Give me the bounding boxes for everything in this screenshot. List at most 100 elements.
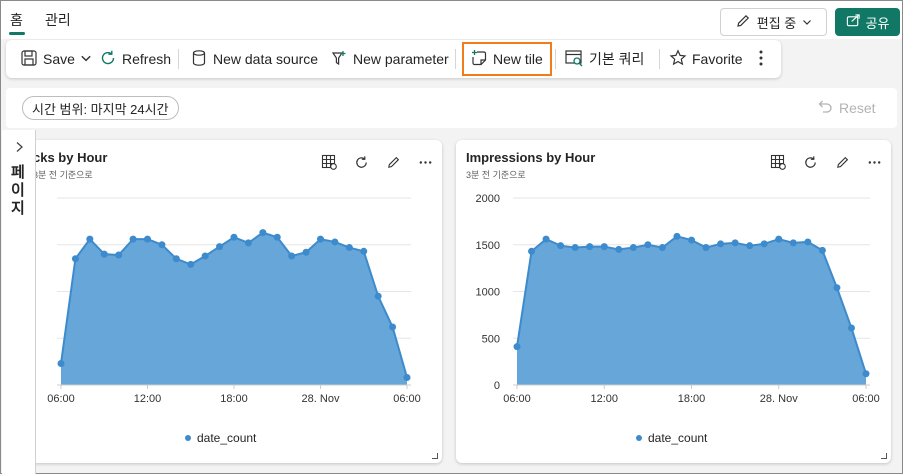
data-point[interactable] [201, 252, 209, 260]
editing-mode-button[interactable]: 편집 중 [720, 8, 827, 36]
data-point[interactable] [775, 235, 783, 243]
data-point[interactable] [862, 370, 870, 378]
more-horizontal-icon[interactable] [866, 154, 882, 170]
data-point[interactable] [615, 245, 623, 253]
share-button[interactable]: 공유 [835, 8, 900, 36]
table-view-icon[interactable] [321, 154, 337, 170]
more-vertical-icon [758, 49, 764, 70]
new-data-source-button[interactable]: New data source [190, 40, 318, 78]
x-tick-label: 12:00 [590, 393, 618, 405]
editing-mode-label: 편집 중 [756, 15, 797, 31]
resize-handle[interactable] [881, 453, 887, 459]
tile-clicks-by-hour[interactable]: 00000000006:0012:0018:0028. Nov06:00 cks… [21, 140, 442, 463]
data-point[interactable] [658, 244, 666, 252]
refresh-icon[interactable] [802, 154, 818, 170]
new-parameter-button[interactable]: New parameter [330, 40, 449, 78]
data-point[interactable] [259, 229, 267, 237]
save-label: Save [43, 51, 75, 67]
data-point[interactable] [187, 260, 195, 268]
favorite-label: Favorite [692, 51, 743, 67]
chevron-right-icon[interactable] [15, 140, 24, 157]
tile-subtitle: 3분 전 기준으로 [33, 170, 93, 180]
data-point[interactable] [586, 243, 594, 251]
more-options-button[interactable] [758, 40, 764, 78]
tab-manage[interactable]: 관리 [45, 10, 71, 30]
data-point[interactable] [374, 292, 382, 300]
data-point[interactable] [789, 239, 797, 247]
data-point[interactable] [273, 233, 281, 241]
x-tick-label: 12:00 [134, 393, 162, 405]
data-point[interactable] [513, 343, 521, 351]
chart-legend[interactable]: date_count [185, 431, 256, 445]
time-range-pill[interactable]: 시간 범위: 마지막 24시간 [22, 96, 179, 120]
pencil-icon[interactable] [834, 154, 850, 170]
data-point[interactable] [100, 250, 108, 258]
x-tick-label: 28. Nov [760, 393, 798, 405]
legend-dot [636, 435, 642, 441]
new-tile-button[interactable]: New tile [470, 40, 543, 78]
data-point[interactable] [688, 236, 695, 244]
x-tick-label: 06:00 [47, 393, 75, 405]
data-point[interactable] [129, 235, 137, 243]
data-point[interactable] [317, 235, 324, 243]
share-icon [846, 13, 861, 31]
more-horizontal-icon[interactable] [417, 154, 433, 170]
data-point[interactable] [230, 233, 238, 241]
data-point[interactable] [331, 238, 339, 246]
reset-button[interactable]: Reset [817, 98, 876, 117]
data-point[interactable] [345, 244, 353, 252]
data-point[interactable] [847, 324, 855, 332]
data-point[interactable] [403, 374, 411, 382]
legend-dot [185, 435, 191, 441]
data-point[interactable] [746, 242, 754, 250]
data-point[interactable] [71, 255, 79, 263]
x-tick-label: 06:00 [503, 393, 531, 405]
data-point[interactable] [57, 359, 65, 367]
data-point[interactable] [760, 240, 768, 248]
pencil-icon[interactable] [385, 154, 401, 170]
tile-subtitle: 3분 전 기준으로 [466, 170, 526, 180]
data-point[interactable] [115, 251, 123, 259]
data-point[interactable] [731, 239, 739, 247]
data-point[interactable] [172, 255, 180, 263]
data-point[interactable] [302, 248, 310, 256]
new-parameter-label: New parameter [353, 51, 449, 67]
table-view-icon[interactable] [770, 154, 786, 170]
toolbar-divider [455, 49, 456, 69]
data-point[interactable] [833, 284, 841, 292]
refresh-icon[interactable] [353, 154, 369, 170]
data-point[interactable] [600, 243, 608, 251]
data-point[interactable] [542, 235, 550, 243]
data-point[interactable] [144, 235, 151, 243]
tile-impressions-by-hour[interactable]: 0 500 1000 1500 2000 06:00 12:00 18:00 28. Nov 06… [456, 140, 891, 463]
data-point[interactable] [557, 242, 565, 250]
data-point[interactable] [804, 238, 812, 246]
new-tile-label: New tile [493, 51, 543, 67]
data-point[interactable] [644, 241, 652, 249]
data-point[interactable] [158, 241, 166, 249]
refresh-button[interactable]: Refresh [99, 40, 171, 78]
base-query-button[interactable]: 기본 쿼리 [564, 40, 644, 78]
data-point[interactable] [86, 235, 94, 243]
data-point[interactable] [360, 247, 368, 255]
data-point[interactable] [717, 240, 725, 248]
pages-panel[interactable]: 페이지 [2, 130, 36, 474]
data-point[interactable] [571, 244, 579, 252]
series-area[interactable] [517, 236, 866, 385]
data-point[interactable] [288, 252, 296, 260]
chevron-down-icon[interactable] [80, 51, 92, 67]
data-point[interactable] [528, 247, 536, 255]
data-point[interactable] [629, 244, 637, 252]
tab-home[interactable]: 홈 [10, 10, 23, 30]
data-point[interactable] [389, 323, 397, 331]
data-point[interactable] [702, 244, 710, 252]
data-point[interactable] [818, 246, 826, 254]
x-tick-label: 18:00 [220, 393, 248, 405]
save-button[interactable]: Save [20, 40, 92, 78]
chart-legend[interactable]: date_count [636, 431, 707, 445]
data-point[interactable] [673, 232, 681, 240]
resize-handle[interactable] [432, 453, 438, 459]
favorite-button[interactable]: Favorite [669, 40, 743, 78]
data-point[interactable] [244, 239, 252, 247]
data-point[interactable] [216, 243, 224, 251]
